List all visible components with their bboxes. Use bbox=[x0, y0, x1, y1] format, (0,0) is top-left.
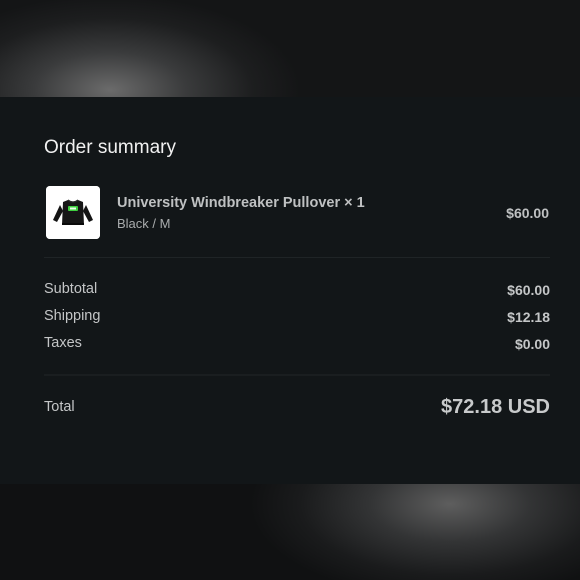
total-value: $72.18 USD bbox=[441, 396, 550, 418]
blurred-background-bottom bbox=[0, 484, 580, 580]
taxes-label: Taxes bbox=[44, 335, 82, 351]
shipping-label: Shipping bbox=[44, 308, 101, 324]
product-variant: Black / M bbox=[117, 216, 171, 231]
product-price: $60.00 bbox=[506, 205, 549, 221]
subtotal-value: $60.00 bbox=[507, 282, 550, 298]
order-summary-screen: Order summary University Windbreaker Pul… bbox=[0, 0, 580, 580]
total-label: Total bbox=[44, 399, 75, 415]
divider-line-items bbox=[44, 257, 550, 258]
product-thumbnail[interactable] bbox=[46, 186, 100, 239]
product-name: University Windbreaker Pullover × 1 bbox=[117, 195, 365, 211]
taxes-value: $0.00 bbox=[514, 336, 550, 352]
pullover-icon bbox=[46, 186, 100, 239]
blurred-background-top bbox=[0, 0, 580, 97]
order-summary-title: Order summary bbox=[44, 137, 176, 158]
divider-total bbox=[44, 374, 550, 376]
subtotal-label: Subtotal bbox=[44, 281, 98, 297]
shipping-value: $12.18 bbox=[507, 309, 550, 325]
